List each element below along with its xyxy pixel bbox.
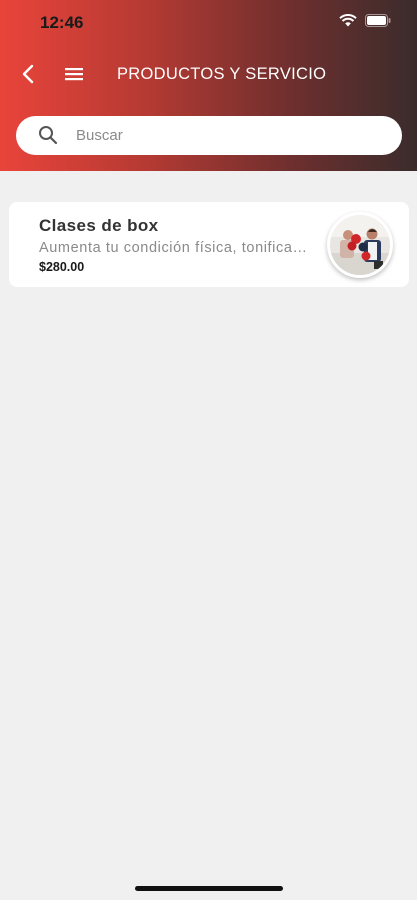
status-time: 12:46 [40, 13, 84, 32]
product-image [327, 212, 393, 278]
header-background: 12:46 PRODUCTOS Y SERVICIO Buscar [0, 0, 417, 171]
search-icon [38, 125, 58, 145]
page-title: PRODUCTOS Y SERVICIO [117, 65, 327, 83]
nav-bar: PRODUCTOS Y SERVICIO [0, 55, 417, 93]
product-card[interactable]: Clases de box Aumenta tu condición físic… [9, 202, 409, 287]
wifi-icon [339, 14, 357, 27]
product-name: Clases de box [39, 216, 159, 235]
menu-icon[interactable] [63, 64, 85, 84]
home-indicator[interactable] [135, 886, 283, 891]
back-icon[interactable] [18, 63, 40, 85]
search-input[interactable] [76, 116, 376, 155]
product-price: $280.00 [39, 260, 85, 274]
status-bar: 12:46 [0, 0, 417, 46]
status-icons [339, 14, 391, 27]
battery-icon [365, 14, 391, 27]
search-bar[interactable] [16, 116, 402, 155]
product-description: Aumenta tu condición física, tonifica… [39, 240, 308, 256]
